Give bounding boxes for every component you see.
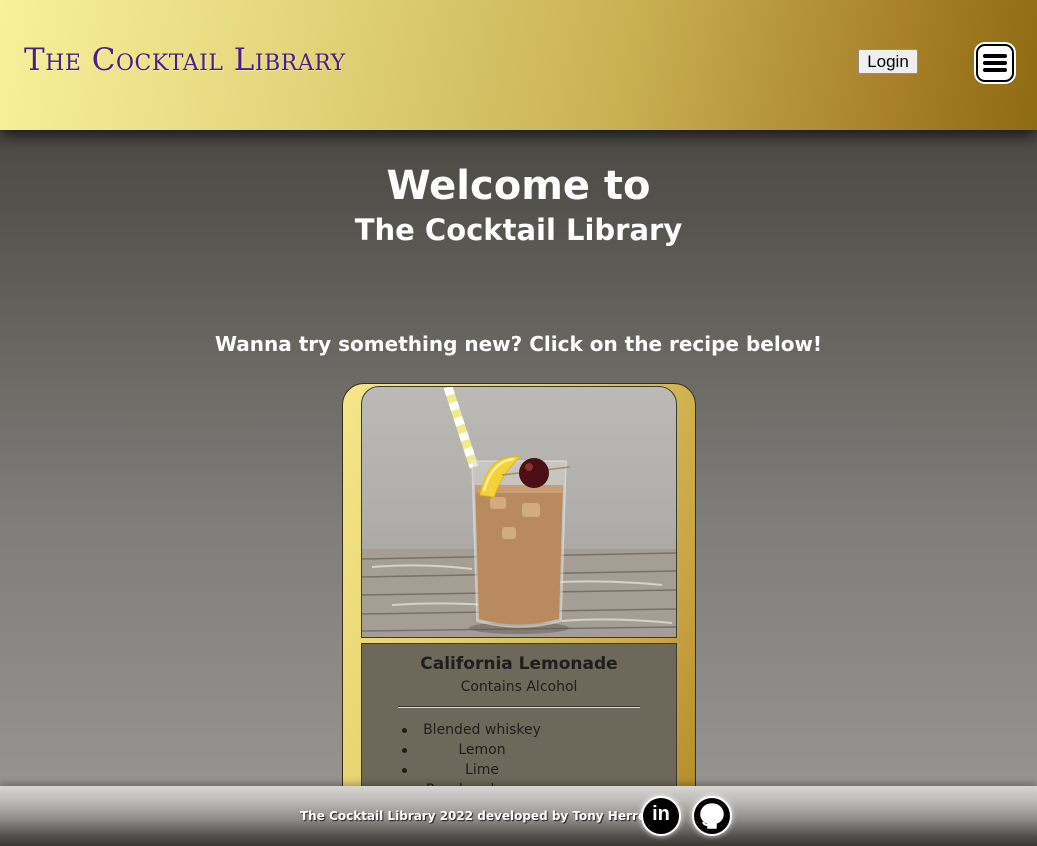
github-icon[interactable]	[692, 796, 732, 836]
recipe-divider	[398, 706, 640, 708]
ingredient-item: Lime	[402, 760, 562, 780]
site-name-heading: The Cocktail Library	[354, 213, 683, 247]
site-brand[interactable]: The Cocktail Library	[24, 42, 346, 78]
ingredient-item: Blended whiskey	[402, 720, 562, 740]
recipe-card[interactable]: California Lemonade Contains Alcohol Ble…	[342, 383, 696, 825]
alcohol-note: Contains Alcohol	[460, 679, 578, 695]
site-footer: The Cocktail Library 2022 developed by T…	[0, 786, 1037, 846]
hamburger-menu-icon[interactable]	[976, 44, 1014, 82]
linkedin-icon[interactable]: in	[641, 796, 681, 836]
welcome-heading: Welcome to	[386, 163, 651, 209]
site-header: The Cocktail Library Login	[0, 0, 1037, 130]
recipe-name: California Lemonade	[420, 654, 618, 674]
footer-credit: The Cocktail Library 2022 developed by T…	[300, 809, 660, 823]
recipe-prompt: Wanna try something new? Click on the re…	[214, 332, 823, 356]
cocktail-photo[interactable]	[361, 386, 677, 638]
ingredient-item: Lemon	[402, 740, 562, 760]
login-button[interactable]: Login	[858, 49, 918, 74]
